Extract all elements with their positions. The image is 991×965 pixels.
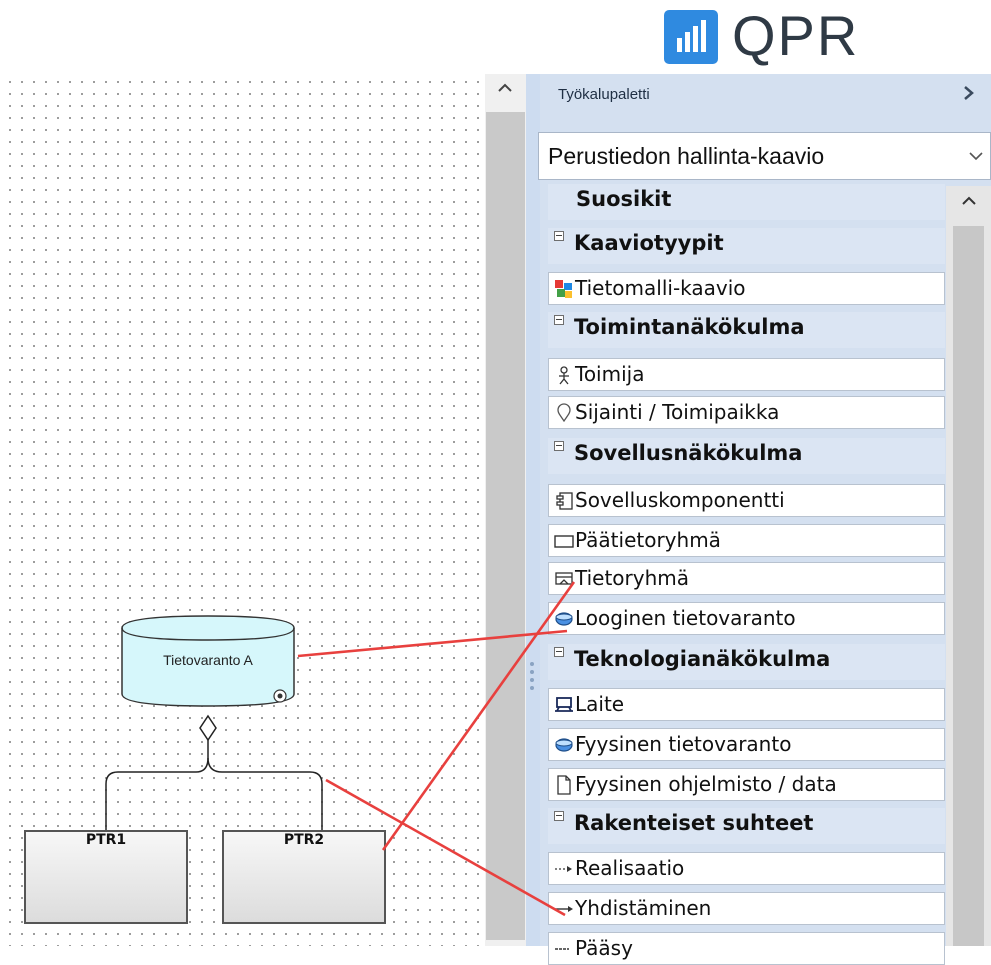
section-sovellusnakokulma[interactable]: Sovellusnäkökulma — [548, 438, 945, 474]
section-label: Sovellusnäkökulma — [574, 441, 803, 465]
collapse-toggle-icon[interactable] — [554, 441, 564, 451]
palette-item-label: Looginen tietovaranto — [575, 606, 796, 630]
palette-item-fyysinen-ohjelmisto[interactable]: Fyysinen ohjelmisto / data — [548, 768, 945, 801]
palette-item-label: Toimija — [575, 362, 645, 386]
diagram-type-icon — [554, 279, 574, 299]
palette-item-laite[interactable]: Laite — [548, 688, 945, 721]
ptr1-box[interactable]: PTR1 — [24, 830, 188, 924]
palette-item-sovelluskomponentti[interactable]: Sovelluskomponentti — [548, 484, 945, 517]
palette-item-tietoryhma[interactable]: Tietoryhmä — [548, 562, 945, 595]
section-label: Toimintanäkökulma — [574, 315, 805, 339]
section-label: Kaaviotyypit — [574, 231, 724, 255]
database-icon — [554, 735, 574, 755]
palette-item-label: Päätietoryhmä — [575, 528, 721, 552]
chevron-down-icon[interactable] — [966, 146, 986, 166]
palette-item-label: Sovelluskomponentti — [575, 488, 785, 512]
palette-item-realisaatio[interactable]: Realisaatio — [548, 852, 945, 885]
splitter-grip — [530, 662, 534, 666]
document-icon — [554, 775, 574, 795]
rectangle-icon — [554, 531, 574, 551]
ptr1-label: PTR1 — [85, 832, 127, 848]
splitter-grip — [530, 678, 534, 682]
collapse-toggle-icon[interactable] — [554, 647, 564, 657]
palette-item-label: Realisaatio — [575, 856, 685, 880]
dotted-arrow-icon — [554, 859, 574, 879]
section-kaaviotyypit[interactable]: Kaaviotyypit — [548, 228, 945, 264]
qpr-logo-icon — [664, 10, 718, 64]
actor-icon — [554, 365, 574, 385]
palette-item-label: Sijainti / Toimipaikka — [575, 400, 780, 424]
scroll-up-icon[interactable] — [958, 190, 980, 212]
palette-item-paatietoryhma[interactable]: Päätietoryhmä — [548, 524, 945, 557]
palette-item-label: Tietoryhmä — [575, 566, 690, 590]
section-label: Rakenteiset suhteet — [574, 811, 814, 835]
access-icon — [554, 939, 574, 959]
data-group-icon — [554, 569, 574, 589]
collapse-toggle-icon[interactable] — [554, 315, 564, 325]
location-pin-icon — [554, 403, 574, 423]
ptr2-box[interactable]: PTR2 — [222, 830, 386, 924]
palette-item-label: Yhdistäminen — [575, 896, 712, 920]
palette-scrollbar-thumb[interactable] — [953, 226, 984, 946]
collapse-toggle-icon[interactable] — [554, 231, 564, 241]
palette-item-sijainti[interactable]: Sijainti / Toimipaikka — [548, 396, 945, 429]
palette-item-label: Pääsy — [575, 936, 633, 960]
splitter-grip — [530, 686, 534, 690]
section-teknologianakokulma[interactable]: Teknologianäkökulma — [548, 644, 945, 680]
palette-title: Työkalupaletti — [558, 86, 650, 103]
dropdown-value: Perustiedon hallinta-kaavio — [548, 143, 825, 169]
canvas-scrollbar-thumb[interactable] — [486, 112, 525, 940]
aggregation-diamond — [199, 714, 217, 742]
database-icon — [554, 609, 574, 629]
connector-ptr1 — [105, 740, 209, 830]
palette-item-label: Fyysinen ohjelmisto / data — [575, 772, 837, 796]
application-component-icon — [554, 491, 574, 511]
palette-item-label: Laite — [575, 692, 625, 716]
diagram-connectors — [105, 714, 323, 830]
palette-item-tietomalli-kaavio[interactable]: Tietomalli-kaavio — [548, 272, 945, 305]
section-toimintanakokulma[interactable]: Toimintanäkökulma — [548, 312, 945, 348]
qpr-logo-text: QPR — [732, 4, 860, 67]
connector-ptr2 — [207, 757, 323, 830]
scroll-up-icon[interactable] — [495, 78, 515, 98]
device-icon — [554, 695, 574, 715]
section-label: Teknologianäkökulma — [574, 647, 831, 671]
collapse-toggle-icon[interactable] — [554, 811, 564, 821]
favorites-label: Suosikit — [576, 187, 672, 211]
chevron-right-icon[interactable] — [958, 81, 980, 105]
section-rakenteiset-suhteet[interactable]: Rakenteiset suhteet — [548, 808, 945, 844]
palette-item-label: Tietomalli-kaavio — [575, 276, 746, 300]
palette-item-paasy[interactable]: Pääsy — [548, 932, 945, 965]
arrow-right-icon — [554, 899, 574, 919]
palette-item-label: Fyysinen tietovaranto — [575, 732, 792, 756]
palette-item-fyysinen-tietovaranto[interactable]: Fyysinen tietovaranto — [548, 728, 945, 761]
palette-item-yhdistaminen[interactable]: Yhdistäminen — [548, 892, 945, 925]
panel-splitter[interactable] — [526, 74, 540, 946]
palette-item-looginen-tietovaranto[interactable]: Looginen tietovaranto — [548, 602, 945, 635]
ptr2-label: PTR2 — [283, 832, 325, 848]
favorites-header[interactable]: Suosikit — [548, 184, 945, 220]
palette-item-toimija[interactable]: Toimija — [548, 358, 945, 391]
splitter-grip — [530, 670, 534, 674]
